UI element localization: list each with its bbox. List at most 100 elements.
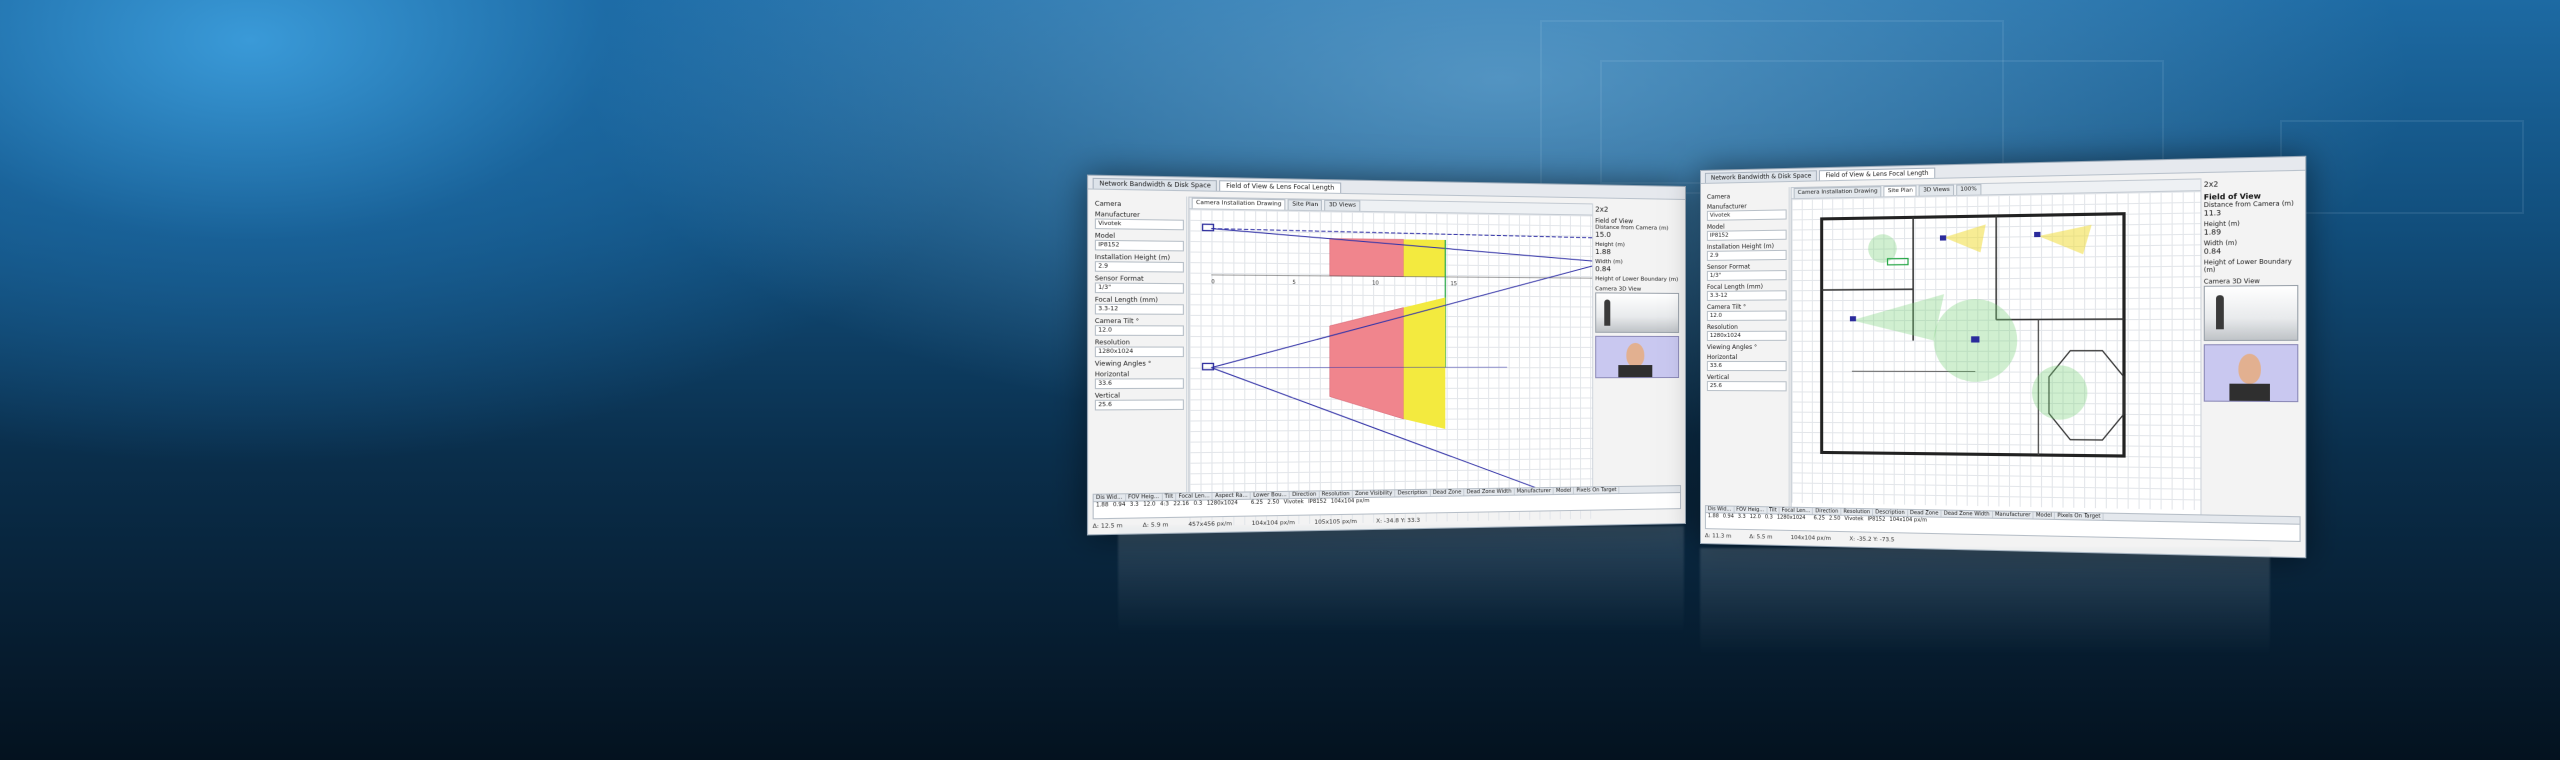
vertical-angle-input[interactable]: 25.6	[1095, 399, 1184, 410]
column-header[interactable]: Description	[1395, 490, 1430, 497]
column-header[interactable]: Description	[1873, 509, 1908, 516]
column-header[interactable]: Dead Zone	[1431, 489, 1465, 496]
model-select[interactable]: IP8152	[1095, 240, 1184, 252]
camera-label: Camera	[1707, 192, 1787, 201]
resolution-select[interactable]: 1280x1024	[1707, 331, 1787, 341]
column-header[interactable]: Resolution	[1320, 491, 1353, 498]
tab-field-of-view[interactable]: Field of View & Lens Focal Length	[1819, 168, 1934, 181]
left-window-reflection	[1118, 526, 1684, 636]
axis-tick-label: 5	[1292, 280, 1295, 286]
avatar-head	[2238, 354, 2261, 384]
column-header[interactable]: Lower Bou...	[1251, 492, 1290, 499]
column-header[interactable]: Model	[1554, 488, 1574, 494]
column-header[interactable]: Direction	[1290, 491, 1320, 498]
width-input[interactable]: 0.84	[1595, 265, 1679, 274]
interior-wall	[1822, 289, 1913, 290]
field-of-view-window-drawing: Network Bandwidth & Disk Space Field of …	[1087, 175, 1686, 536]
column-header[interactable]: Direction	[1813, 508, 1841, 515]
column-header[interactable]: Aspect Ra...	[1213, 492, 1251, 499]
tab-field-of-view[interactable]: Field of View & Lens Focal Length	[1220, 180, 1341, 193]
table-cell: IP8152	[1306, 499, 1329, 506]
manufacturer-select[interactable]: Vivotek	[1095, 218, 1184, 230]
column-header[interactable]: FOV Heig...	[1126, 494, 1163, 501]
column-header[interactable]: Tilt	[1767, 507, 1780, 513]
sensor-format-select[interactable]: 1/3"	[1707, 270, 1787, 281]
zoom-level[interactable]: 100%	[1956, 184, 1981, 195]
height-input[interactable]: 1.88	[1595, 248, 1679, 257]
column-header[interactable]: Zone Visibility	[1353, 490, 1396, 497]
subtab-site-plan[interactable]: Site Plan	[1884, 185, 1917, 196]
installation-height-input[interactable]: 2.9	[1707, 250, 1787, 261]
column-header[interactable]: Resolution	[1841, 509, 1873, 516]
subtab-installation-drawing[interactable]: Camera Installation Drawing	[1794, 186, 1882, 198]
horizontal-label: Horizontal	[1707, 354, 1787, 361]
status-item: Δ: 5.5 m	[1749, 534, 1772, 541]
sensor-format-select[interactable]: 1/3"	[1095, 282, 1184, 293]
column-header[interactable]: FOV Heig...	[1734, 507, 1767, 514]
column-header[interactable]: Focal Len...	[1780, 507, 1814, 514]
camera-coverage-zone	[2032, 365, 2087, 420]
avatar-head	[1626, 343, 1644, 367]
column-header[interactable]: Manufacturer	[1993, 511, 2034, 518]
subtab-installation-drawing[interactable]: Camera Installation Drawing	[1192, 198, 1286, 210]
fov-preset-select[interactable]: 2x2	[2204, 178, 2299, 188]
table-cell: 6.25	[1812, 515, 1827, 521]
subtab-3d-views[interactable]: 3D Views	[1325, 200, 1361, 211]
column-header[interactable]: Dead Zone Width	[1464, 489, 1514, 496]
table-cell: 104x104 px/m	[1887, 517, 1929, 524]
sensor-format-label: Sensor Format	[1095, 275, 1184, 283]
camera-marker-top	[1203, 224, 1214, 230]
viewing-angles-label: Viewing Angles °	[1095, 360, 1184, 368]
focal-length-input[interactable]: 3.3-12	[1095, 304, 1184, 315]
subtab-site-plan[interactable]: Site Plan	[1288, 199, 1322, 210]
table-cell: 2.50	[1827, 515, 1842, 521]
table-cell: 1.88	[1706, 513, 1721, 519]
manufacturer-select[interactable]: Vivotek	[1707, 209, 1787, 220]
installation-drawing-area: Camera Installation Drawing Site Plan 3D…	[1188, 197, 1593, 495]
site-plan-window: Network Bandwidth & Disk Space Field of …	[1700, 156, 2306, 559]
tab-network-bandwidth[interactable]: Network Bandwidth & Disk Space	[1093, 178, 1218, 191]
column-header[interactable]: Focal Len...	[1176, 493, 1213, 500]
avatar-body	[1618, 365, 1652, 377]
distance-input[interactable]: 15.0	[1595, 231, 1679, 240]
table-cell: Vivotek	[1282, 499, 1306, 506]
column-header[interactable]: Pixels On Target	[1574, 487, 1619, 494]
distance-input[interactable]: 11.3	[2204, 208, 2299, 218]
camera-marker-side	[1203, 363, 1214, 369]
column-header[interactable]: Manufacturer	[1515, 488, 1554, 495]
model-select[interactable]: IP8152	[1707, 230, 1787, 241]
vertical-angle-input[interactable]: 25.6	[1707, 381, 1787, 391]
camera-marker	[2034, 232, 2040, 237]
column-header[interactable]: Tilt	[1162, 494, 1176, 501]
column-header[interactable]: Pixels On Target	[2055, 513, 2104, 520]
camera-fov-wedge	[1852, 294, 1944, 341]
resolution-label: Resolution	[1095, 339, 1184, 347]
manufacturer-label: Manufacturer	[1095, 211, 1184, 220]
width-input[interactable]: 0.84	[2204, 246, 2299, 256]
avatar-face-preview	[1595, 336, 1679, 378]
table-cell: 3.3	[1736, 514, 1748, 520]
height-input[interactable]: 1.89	[2204, 227, 2299, 237]
subtab-3d-views[interactable]: 3D Views	[1919, 185, 1954, 196]
column-header[interactable]: Dead Zone	[1908, 510, 1942, 517]
fov-diagram[interactable]: 0 5 10 15	[1189, 209, 1592, 526]
column-header[interactable]: Dis Wid...	[1094, 494, 1126, 501]
status-item: 104x104 px/m	[1791, 535, 1831, 542]
column-header[interactable]: Dead Zone Width	[1942, 511, 1993, 518]
floor-plan[interactable]	[1792, 191, 2201, 510]
horizontal-angle-input[interactable]: 33.6	[1707, 361, 1787, 371]
focal-length-input[interactable]: 3.3-12	[1707, 290, 1787, 301]
horizontal-angle-input[interactable]: 33.6	[1095, 378, 1184, 389]
camera-marker	[1971, 336, 1979, 342]
tab-network-bandwidth[interactable]: Network Bandwidth & Disk Space	[1705, 170, 1817, 183]
camera-tilt-input[interactable]: 12.0	[1095, 325, 1184, 336]
column-header[interactable]: Model	[2034, 512, 2055, 519]
avatar-face-preview	[2204, 344, 2299, 402]
table-cell: Vivotek	[1842, 516, 1865, 523]
resolution-select[interactable]: 1280x1024	[1095, 346, 1184, 357]
camera-tilt-input[interactable]: 12.0	[1707, 310, 1787, 320]
fov-preset-select[interactable]: 2x2	[1595, 205, 1679, 214]
column-header[interactable]: Dis Wid...	[1706, 506, 1734, 513]
installation-height-input[interactable]: 2.9	[1095, 261, 1184, 272]
interior-wall	[1996, 319, 2124, 320]
